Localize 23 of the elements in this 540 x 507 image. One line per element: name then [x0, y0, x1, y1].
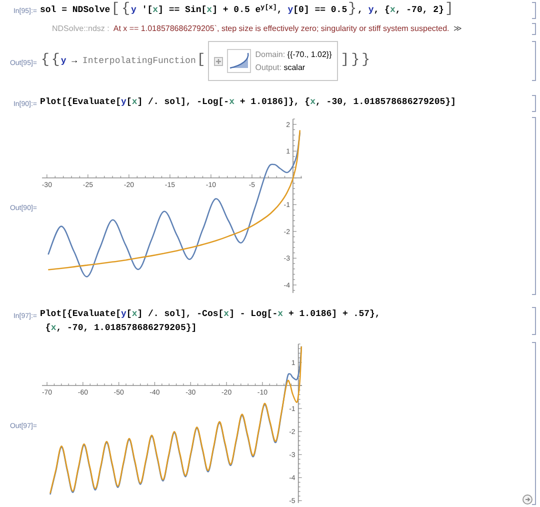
- expand-button[interactable]: [214, 56, 224, 66]
- cell-bracket[interactable]: [532, 23, 536, 35]
- more-link[interactable]: ≫: [453, 23, 462, 35]
- cell-bracket[interactable]: [532, 2, 536, 19]
- cell-bracket[interactable]: [532, 342, 536, 505]
- cell-bracket[interactable]: [532, 307, 536, 335]
- code-line[interactable]: {x, -70, 1.018578686279205}]: [40, 321, 380, 335]
- message-tag: NDSolve::ndsz :: [52, 23, 110, 35]
- domain-text: Domain: {{-70., 1.02}}: [255, 50, 332, 60]
- output-expression: ]}}: [340, 53, 371, 69]
- cell-bracket[interactable]: [532, 95, 536, 112]
- code-line[interactable]: sol = NDSolve[{y '[x] == Sin[x] + 0.5 e$^{y[x]}$, y[0] == 0.5}, y, {x, -70, 2}]: [40, 2, 454, 17]
- cell-bracket[interactable]: [532, 117, 536, 295]
- message-text: At x == 1.018578686279205`, step size is effectively zero; singularity or stiff system suspected.: [113, 23, 450, 35]
- cell-bracket[interactable]: [532, 41, 536, 81]
- output-expression: {{y → InterpolatingFunction[: [40, 53, 206, 69]
- plus-icon: [215, 58, 222, 64]
- code-line[interactable]: Plot[{Evaluate[y[x] /. sol], -Cos[x] - Log[-x + 1.0186] + .57},: [40, 307, 380, 321]
- thumbnail-icon: [227, 49, 252, 73]
- code-line[interactable]: Plot[{Evaluate[y[x] /. sol], -Log[-x + 1.0186]}, {x, -30, 1.018578686279205}]: [40, 95, 456, 109]
- interpolating-function-box[interactable]: Domain: {{-70., 1.02}} Output: scalar: [208, 41, 338, 81]
- circle-arrow-icon[interactable]: [522, 494, 533, 505]
- output-text: Output: scalar: [255, 62, 306, 72]
